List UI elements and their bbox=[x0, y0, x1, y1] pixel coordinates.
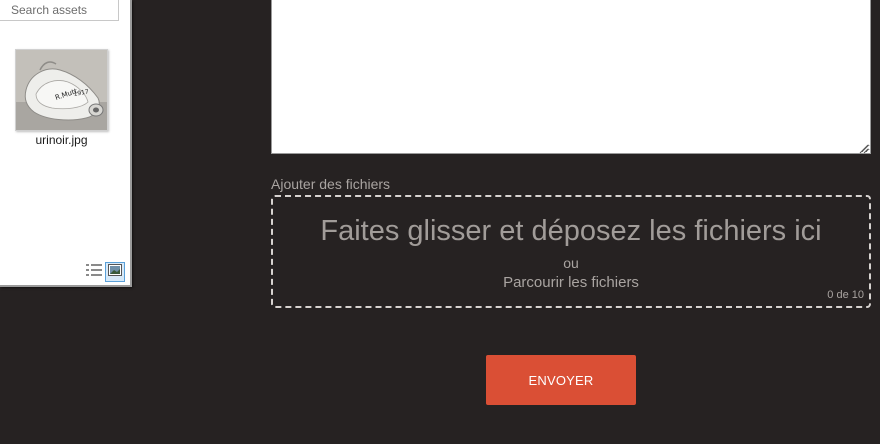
message-textarea[interactable] bbox=[271, 0, 871, 154]
submit-button[interactable]: ENVOYER bbox=[486, 355, 636, 405]
dropzone-or-text: ou bbox=[563, 255, 579, 271]
browse-files-link[interactable]: Parcourir les fichiers bbox=[273, 274, 869, 291]
resize-grip-icon[interactable] bbox=[858, 141, 869, 154]
file-dropzone[interactable]: Faites glisser et déposez les fichiers i… bbox=[271, 195, 871, 308]
files-label: Ajouter des fichiers bbox=[271, 176, 391, 192]
asset-item[interactable]: R.Mutt 1917 urinoir.jpg bbox=[15, 49, 108, 149]
thumbnail-view-icon bbox=[108, 263, 122, 281]
asset-picker-panel: R.Mutt 1917 urinoir.jpg bbox=[0, 0, 132, 287]
page: R.Mutt 1917 urinoir.jpg bbox=[0, 0, 880, 444]
file-count: 0 de 10 bbox=[827, 289, 864, 301]
asset-thumbnail-image[interactable]: R.Mutt 1917 bbox=[15, 49, 108, 131]
asset-search-input[interactable] bbox=[0, 0, 119, 21]
thumbnail-view-button[interactable] bbox=[105, 262, 125, 282]
list-view-icon bbox=[86, 263, 102, 281]
asset-filename[interactable]: urinoir.jpg bbox=[15, 133, 108, 147]
list-view-button[interactable] bbox=[84, 262, 104, 282]
dropzone-title: Faites glisser et déposez les fichiers i… bbox=[320, 215, 822, 247]
